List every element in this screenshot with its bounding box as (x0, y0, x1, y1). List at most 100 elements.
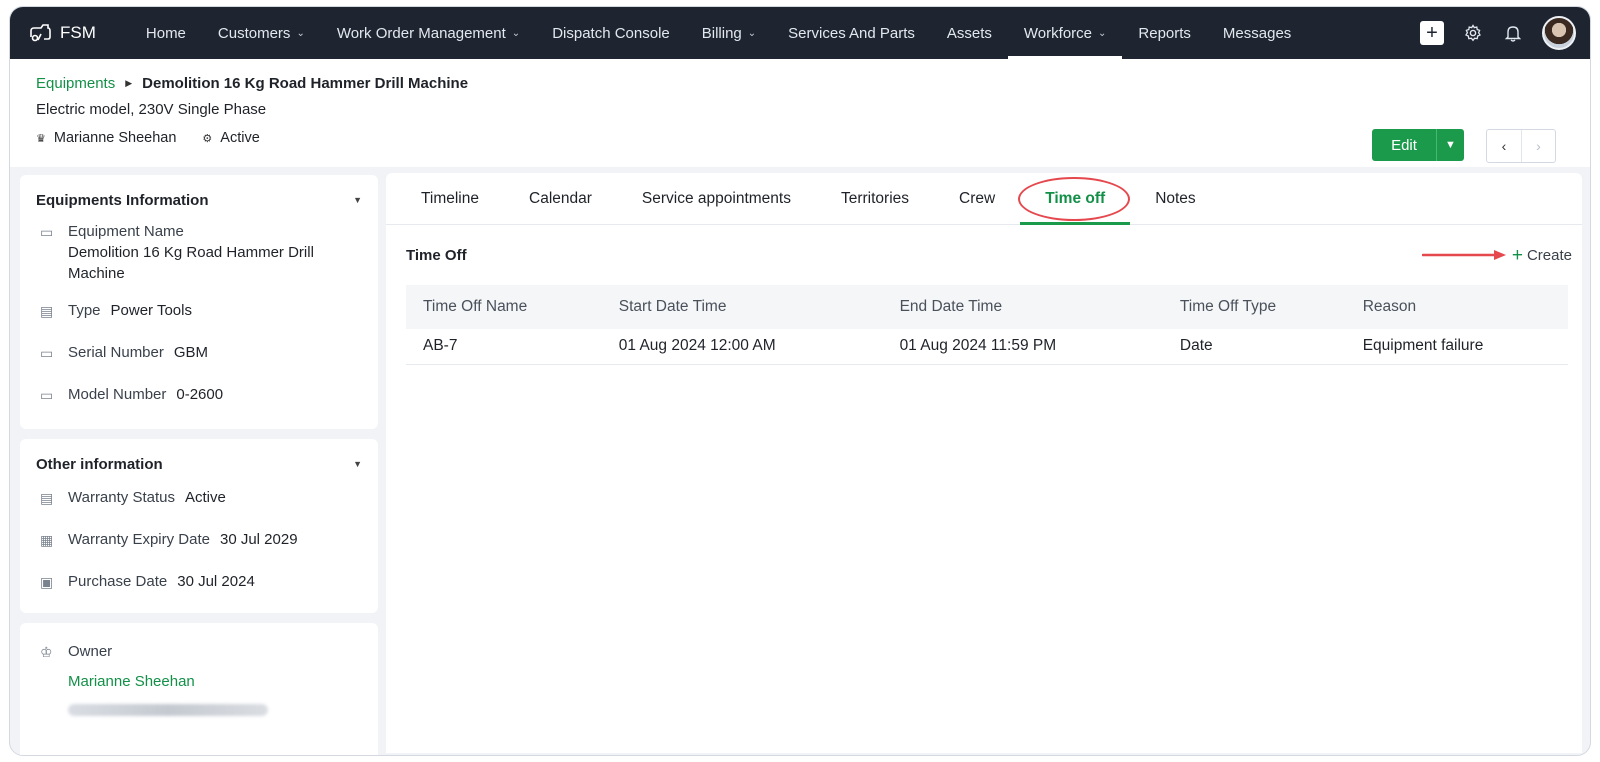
type-field: ▤ Type Power Tools (20, 300, 378, 322)
tab-service-appointments[interactable]: Service appointments (617, 173, 816, 224)
equipment-info-header[interactable]: Equipments Information ▼ (20, 175, 378, 225)
tab-crew[interactable]: Crew (934, 173, 1020, 224)
table-cell: 01 Aug 2024 11:59 PM (882, 329, 1163, 365)
tab-label: Crew (959, 189, 996, 207)
bell-icon[interactable] (1502, 22, 1524, 44)
owner-field: ♔ Owner (20, 641, 378, 663)
type-label: Type (68, 302, 101, 319)
table-cell: AB-7 (406, 329, 602, 365)
nav-item-label: Assets (946, 24, 992, 42)
annotation-arrow-icon (1421, 250, 1506, 260)
serial-number-value: GBM (173, 344, 209, 361)
table-row[interactable]: AB-7 01 Aug 2024 12:00 AM 01 Aug 2024 11:5… (406, 329, 1568, 365)
column-header[interactable]: End Date Time (883, 285, 1163, 329)
owner-name-link[interactable]: Marianne Sheehan (20, 673, 378, 690)
previous-record-chevron-icon[interactable]: ‹ (1487, 130, 1521, 162)
calendar-icon: ▣ (40, 574, 54, 590)
edit-button[interactable]: Edit (1372, 129, 1436, 161)
breadcrumb-equipments-link[interactable]: Equipments (36, 75, 115, 92)
record-meta: ♛ Marianne Sheehan ⚙ Active (36, 130, 1590, 146)
app-logo[interactable]: FSM (28, 23, 96, 43)
tab-timeline[interactable]: Timeline (396, 173, 504, 224)
nav-item-label: Customers (217, 24, 291, 42)
nav-item-services-and-parts[interactable]: Services And Parts (772, 7, 931, 59)
gear-icon[interactable] (1462, 22, 1484, 44)
other-info-header[interactable]: Other information ▼ (20, 439, 378, 489)
nav-item-label: Workforce (1023, 24, 1092, 42)
warranty-status-label: Warranty Status (68, 489, 175, 506)
breadcrumb-separator-icon: ▶ (125, 78, 133, 88)
serial-number-label: Serial Number (68, 344, 164, 361)
nav-item-label: Work Order Management (336, 24, 506, 42)
picklist-icon: ▤ (40, 490, 54, 506)
avatar[interactable] (1542, 16, 1576, 50)
tab-label: Territories (840, 189, 910, 207)
next-record-chevron-icon[interactable]: › (1521, 130, 1555, 162)
warranty-expiry-value: 30 Jul 2029 (219, 531, 298, 548)
equipment-name-label: Equipment Name (68, 223, 184, 240)
edit-button-group: Edit ▼ (1372, 129, 1464, 161)
tab-calendar[interactable]: Calendar (504, 173, 617, 224)
column-header[interactable]: Reason (1346, 285, 1568, 329)
nav-item-label: Messages (1222, 24, 1292, 42)
crown-icon: ♛ (36, 132, 46, 145)
main-panel: Timeline Calendar Service appointments Terr… (386, 173, 1582, 753)
model-number-value: 0-2600 (176, 386, 224, 403)
nav-item-label: Dispatch Console (552, 24, 670, 42)
crown-outline-icon: ♔ (40, 644, 53, 660)
time-off-table: Time Off Name Start Date Time End Date Tim… (406, 285, 1568, 365)
nav-actions: + (1420, 16, 1576, 50)
edit-dropdown-chevron-icon[interactable]: ▼ (1436, 129, 1464, 161)
chevron-down-icon: ⌄ (1098, 27, 1107, 39)
nav-item-reports[interactable]: Reports (1122, 7, 1207, 59)
time-off-title: Time Off (406, 246, 467, 264)
add-icon[interactable]: + (1420, 21, 1444, 45)
collapse-caret-icon[interactable]: ▼ (353, 459, 362, 469)
tab-time-off[interactable]: Time off (1018, 173, 1131, 225)
nav-item-customers[interactable]: Customers ⌄ (202, 7, 321, 59)
tab-notes[interactable]: Notes (1130, 173, 1221, 224)
purchase-date-value: 30 Jul 2024 (177, 573, 255, 590)
owner-label: Owner (68, 643, 113, 660)
page-title: Demolition 16 Kg Road Hammer Drill Machi… (142, 75, 469, 92)
nav-item-work-order-management[interactable]: Work Order Management ⌄ (321, 7, 536, 59)
column-header[interactable]: Time Off Type (1163, 285, 1346, 329)
equipment-info-card: Equipments Information ▼ ▭ Equipment Nam… (20, 175, 378, 429)
nav-item-workforce[interactable]: Workforce ⌄ (1007, 7, 1123, 59)
other-info-card: Other information ▼ ▤ Warranty Status Ac… (20, 439, 378, 613)
calendar-icon: ▦ (40, 532, 54, 548)
collapse-caret-icon[interactable]: ▼ (353, 195, 362, 205)
warranty-expiry-label: Warranty Expiry Date (68, 531, 210, 548)
record-header: Equipments ▶ Demolition 16 Kg Road Hamme… (10, 59, 1590, 167)
model-number-label: Model Number (68, 386, 167, 403)
chevron-down-icon: ⌄ (511, 27, 521, 39)
serial-number-field: ▭ Serial Number GBM (20, 342, 378, 364)
warranty-expiry-field: ▦ Warranty Expiry Date 30 Jul 2029 (20, 529, 378, 551)
warranty-status-value: Active (184, 489, 226, 506)
record-pager: ‹ › (1486, 129, 1556, 163)
breadcrumb: Equipments ▶ Demolition 16 Kg Road Hamme… (36, 75, 1590, 92)
owner-email-redacted (68, 704, 268, 716)
table-cell: 01 Aug 2024 12:00 AM (601, 329, 883, 365)
tab-label: Notes (1155, 189, 1196, 207)
table-header-row: Time Off Name Start Date Time End Date Tim… (406, 285, 1568, 329)
text-field-icon: ▭ (40, 387, 54, 403)
table-cell: Date (1162, 329, 1346, 365)
nav-item-label: Services And Parts (788, 24, 915, 42)
create-time-off-button[interactable]: + Create (1421, 244, 1572, 266)
column-header[interactable]: Time Off Name (406, 285, 602, 329)
nav-item-home[interactable]: Home (130, 7, 202, 59)
nav-item-dispatch-console[interactable]: Dispatch Console (536, 7, 686, 59)
plus-icon: + (1511, 244, 1523, 266)
nav-item-messages[interactable]: Messages (1207, 7, 1307, 59)
tab-territories[interactable]: Territories (816, 173, 934, 224)
top-nav: FSM Home Customers ⌄ Work Order Management ⌄… (10, 7, 1590, 59)
nav-item-billing[interactable]: Billing ⌄ (686, 7, 772, 59)
picklist-icon: ▤ (40, 303, 54, 319)
nav-item-assets[interactable]: Assets (931, 7, 1008, 59)
text-field-icon: ▭ (40, 345, 54, 361)
page-subtitle: Electric model, 230V Single Phase (36, 101, 267, 118)
owner-name: Marianne Sheehan (53, 130, 177, 146)
app-name: FSM (60, 23, 96, 42)
column-header[interactable]: Start Date Time (602, 285, 883, 329)
